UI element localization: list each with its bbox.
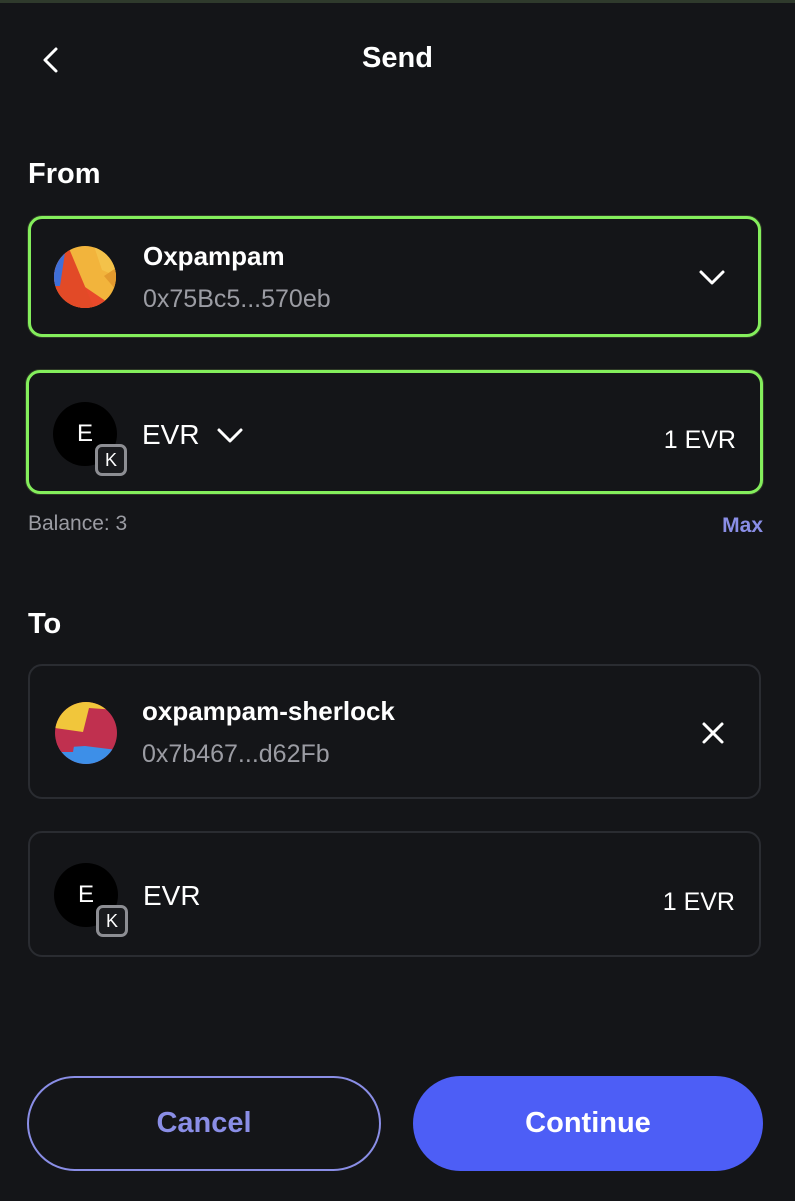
recipient-card[interactable]: oxpampam-sherlock 0x7b467...d62Fb xyxy=(28,664,761,799)
chain-badge-letter: K xyxy=(104,449,117,470)
clear-recipient-button[interactable] xyxy=(700,720,726,751)
from-account-address: 0x75Bc5...570eb xyxy=(143,285,331,313)
max-button[interactable]: Max xyxy=(722,514,763,538)
from-account-name: Oxpampam xyxy=(143,241,285,271)
cancel-button[interactable]: Cancel xyxy=(27,1076,381,1171)
page-title: Send xyxy=(362,42,433,74)
recipient-avatar xyxy=(55,702,117,764)
to-token-symbol: EVR xyxy=(143,880,201,911)
to-label: To xyxy=(28,608,62,640)
chain-badge-letter: K xyxy=(105,910,118,931)
token-letter: E xyxy=(76,420,93,447)
to-amount: 1 EVR xyxy=(662,888,735,916)
recipient-name: oxpampam-sherlock xyxy=(142,696,395,726)
from-token-amount-card[interactable]: E K EVR 1 EVR xyxy=(26,370,763,494)
balance-text: Balance: 3 xyxy=(28,512,128,535)
chain-badge-icon: K xyxy=(95,444,127,476)
from-account-avatar xyxy=(54,246,116,308)
chain-badge-icon: K xyxy=(96,905,128,937)
continue-button[interactable]: Continue xyxy=(413,1076,763,1171)
token-letter: E xyxy=(77,881,94,908)
account-dropdown-toggle[interactable] xyxy=(697,263,727,298)
from-amount-input[interactable]: 1 EVR xyxy=(664,426,736,455)
to-token-amount-card: E K EVR 1 EVR xyxy=(28,831,761,957)
from-token-symbol[interactable]: EVR xyxy=(142,419,200,451)
close-icon xyxy=(702,722,724,744)
header: Send xyxy=(0,0,795,120)
recipient-address: 0x7b467...d62Fb xyxy=(142,740,330,768)
from-account-selector[interactable]: Oxpampam 0x75Bc5...570eb xyxy=(28,216,761,337)
chevron-down-icon xyxy=(699,270,725,285)
from-label: From xyxy=(28,158,101,190)
token-dropdown-toggle[interactable] xyxy=(215,421,245,456)
chevron-down-icon xyxy=(217,428,243,443)
